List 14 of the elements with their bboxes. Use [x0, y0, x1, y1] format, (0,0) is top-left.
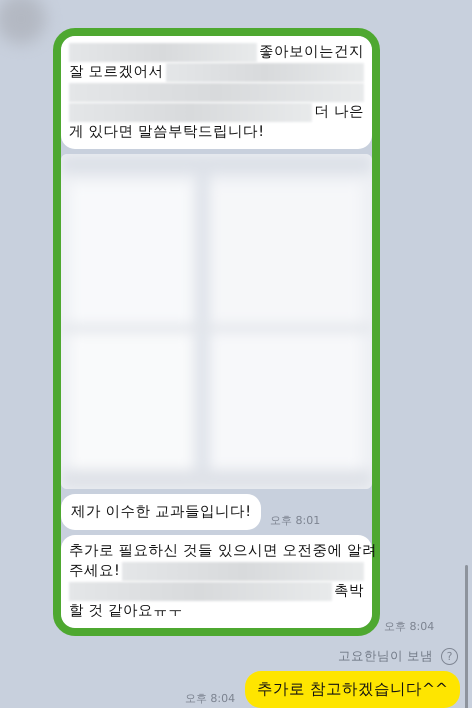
help-icon[interactable]: ? [441, 648, 458, 665]
message-time: 오후 8:04 [184, 691, 236, 707]
message-text: 촉박 [334, 582, 364, 601]
message-text: 게 있다면 말씀부탁드립니다! [69, 123, 264, 142]
message-text: 주세요! [69, 562, 120, 581]
message-time: 오후 8:01 [270, 513, 320, 529]
message-text: 더 나은 [314, 103, 364, 122]
message-text: 좋아보이는건지 [259, 43, 364, 62]
message-text: 잘 모르겠어서 [69, 63, 164, 82]
message-text: 제가 이수한 교과들입니다! [71, 503, 252, 522]
sender-note: 고요한님이 보냄 [338, 648, 433, 665]
message-text: 할 것 같아요ㅠㅜ [69, 602, 184, 621]
message-bubble: 추가로 참고하겠습니다^^ [245, 671, 460, 708]
message-time: 오후 8:04 [384, 619, 434, 635]
